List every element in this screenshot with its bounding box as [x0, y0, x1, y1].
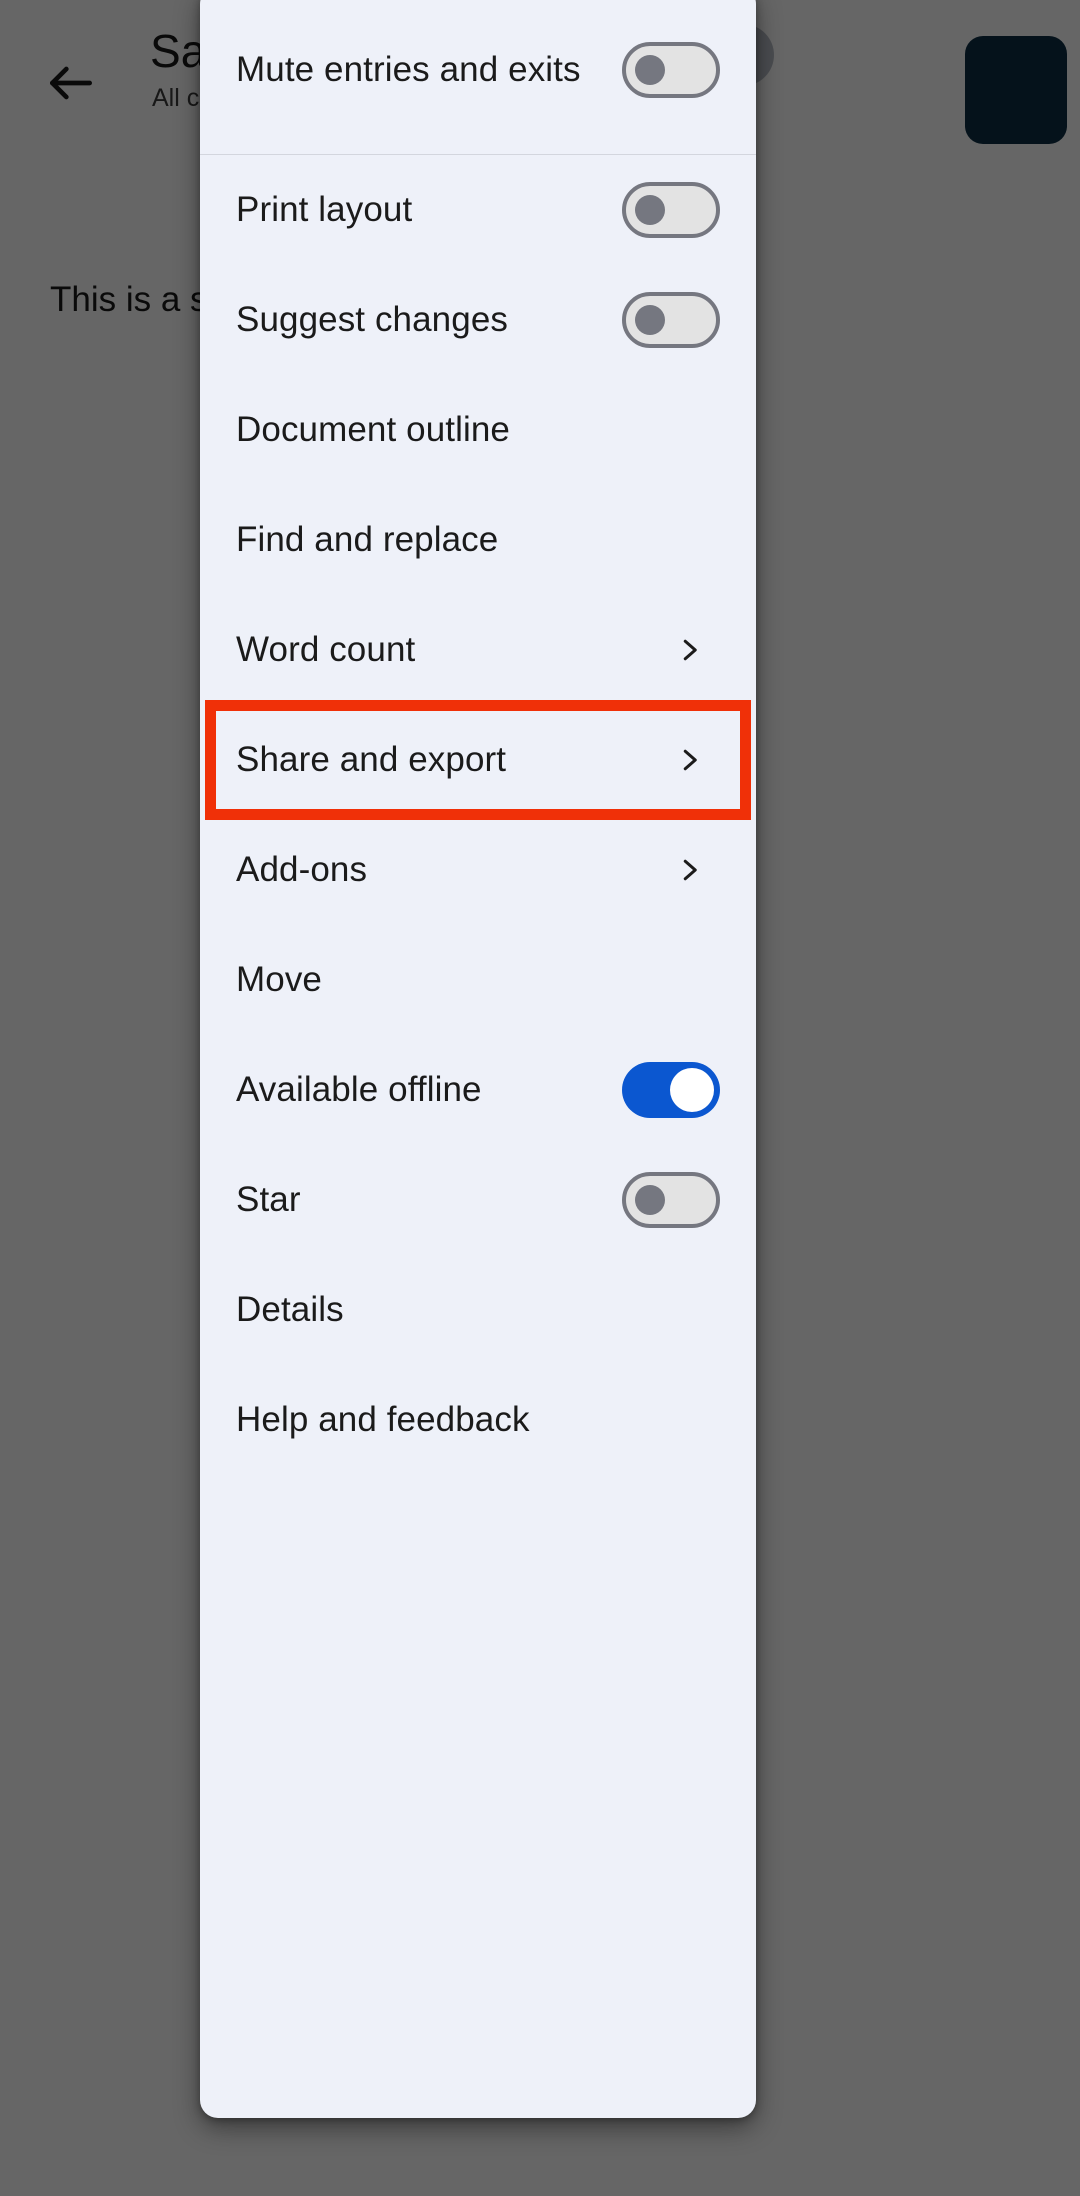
- menu-item-label: Help and feedback: [236, 1399, 530, 1439]
- menu-item-label: Details: [236, 1289, 344, 1329]
- chevron-right-icon: [672, 739, 706, 781]
- menu-item-mute-entries-and-exits[interactable]: Mute entries and exits: [200, 0, 756, 154]
- menu-item-label: Available offline: [236, 1069, 482, 1109]
- menu-item-label: Add-ons: [236, 849, 368, 889]
- menu-item-print-layout[interactable]: Print layout: [200, 155, 756, 265]
- chevron-right-icon: [672, 629, 706, 671]
- menu-item-document-outline[interactable]: Document outline: [200, 375, 756, 485]
- menu-item-label: Print layout: [236, 189, 413, 229]
- toggle-star[interactable]: [622, 1172, 720, 1228]
- overflow-menu: Mute entries and exits Print layout Sugges…: [200, 0, 756, 2118]
- menu-item-star[interactable]: Star: [200, 1145, 756, 1255]
- menu-item-share-and-export[interactable]: Share and export: [200, 705, 756, 815]
- menu-item-label: Share and export: [236, 739, 507, 779]
- chevron-right-icon: [672, 849, 706, 891]
- menu-item-label: Mute entries and exits: [236, 49, 581, 89]
- toggle-suggest-changes[interactable]: [622, 292, 720, 348]
- toggle-mute-entries-and-exits[interactable]: [622, 42, 720, 98]
- toggle-thumb: [635, 195, 665, 225]
- menu-item-add-ons[interactable]: Add-ons: [200, 815, 756, 925]
- menu-item-available-offline[interactable]: Available offline: [200, 1035, 756, 1145]
- toggle-thumb: [635, 55, 665, 85]
- menu-item-label: Find and replace: [236, 519, 499, 559]
- menu-item-suggest-changes[interactable]: Suggest changes: [200, 265, 756, 375]
- menu-item-word-count[interactable]: Word count: [200, 595, 756, 705]
- menu-item-find-and-replace[interactable]: Find and replace: [200, 485, 756, 595]
- toggle-print-layout[interactable]: [622, 182, 720, 238]
- menu-item-label: Star: [236, 1179, 301, 1219]
- toggle-thumb: [670, 1068, 714, 1112]
- menu-item-label: Suggest changes: [236, 299, 508, 339]
- menu-item-details[interactable]: Details: [200, 1255, 756, 1365]
- menu-item-move[interactable]: Move: [200, 925, 756, 1035]
- menu-item-help-and-feedback[interactable]: Help and feedback: [200, 1365, 756, 1475]
- menu-item-label: Move: [236, 959, 322, 999]
- menu-item-label: Document outline: [236, 409, 510, 449]
- menu-item-label: Word count: [236, 629, 416, 669]
- toggle-thumb: [635, 305, 665, 335]
- toggle-available-offline[interactable]: [622, 1062, 720, 1118]
- toggle-thumb: [635, 1185, 665, 1215]
